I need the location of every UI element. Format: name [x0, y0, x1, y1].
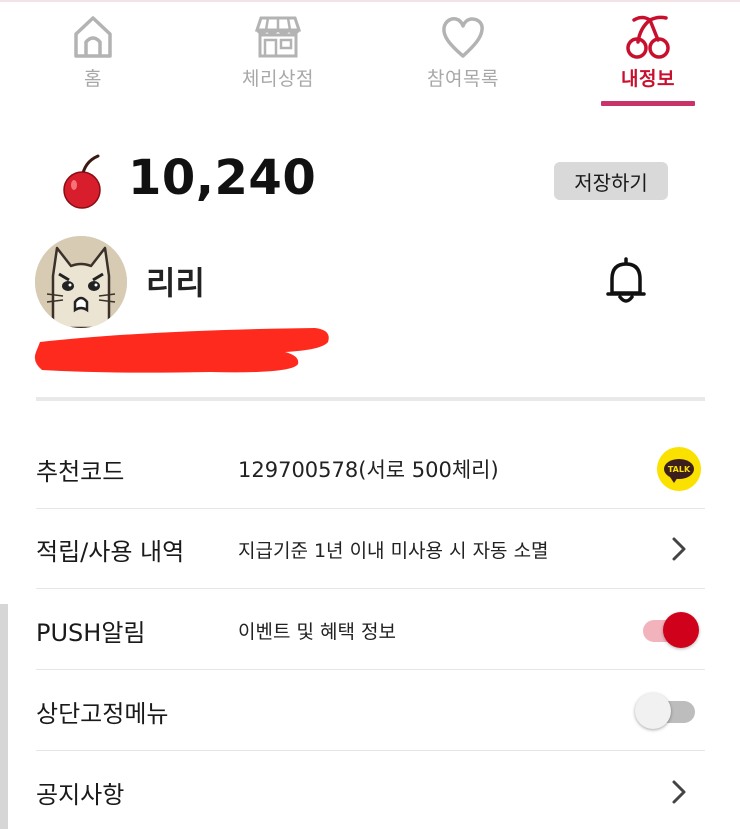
list-item-push-notification: PUSH알림 이벤트 및 혜택 정보 — [36, 590, 705, 670]
chevron-right-icon[interactable] — [671, 779, 687, 805]
pinned-menu-title: 상단고정메뉴 — [36, 699, 169, 728]
list-item-history[interactable]: 적립/사용 내역 지급기준 1년 이내 미사용 시 자동 소멸 — [36, 509, 705, 589]
chevron-right-icon[interactable] — [671, 536, 687, 562]
tab-home-label: 홈 — [84, 68, 102, 90]
toggle-knob — [663, 612, 699, 648]
row-divider — [36, 750, 705, 751]
username: 리리 — [146, 264, 205, 302]
referral-code-title: 추천코드 — [36, 457, 125, 486]
notices-title: 공지사항 — [36, 780, 125, 809]
list-item-referral-code: 추천코드 129700578(서로 500체리) TALK — [36, 429, 705, 509]
top-nav: 홈 체리상점 참여목록 내정보 — [0, 0, 740, 115]
active-tab-indicator — [601, 101, 695, 106]
screen-edge-handle — [0, 604, 8, 829]
home-icon — [71, 14, 115, 60]
tab-home[interactable]: 홈 — [23, 14, 163, 104]
row-divider — [36, 669, 705, 670]
redaction-mark — [30, 318, 335, 380]
cherry-icon — [58, 152, 108, 210]
bell-icon[interactable] — [604, 255, 648, 305]
tab-cherry-store-label: 체리상점 — [242, 68, 314, 90]
pinned-menu-toggle[interactable] — [635, 691, 699, 731]
toggle-knob — [635, 693, 671, 729]
kakaotalk-icon: TALK — [664, 459, 694, 483]
store-icon — [253, 14, 303, 60]
section-divider — [36, 397, 705, 401]
tab-participation-list-label: 참여목록 — [427, 68, 499, 90]
save-button[interactable]: 저장하기 — [554, 162, 668, 200]
kakaotalk-share-button[interactable]: TALK — [657, 447, 701, 491]
cherry-icon — [624, 14, 672, 60]
referral-code-value: 129700578(서로 500체리) — [238, 458, 499, 482]
history-title: 적립/사용 내역 — [36, 537, 185, 566]
history-desc: 지급기준 1년 이내 미사용 시 자동 소멸 — [238, 539, 549, 562]
push-notification-toggle[interactable] — [641, 610, 699, 650]
tab-participation-list[interactable]: 참여목록 — [393, 14, 533, 104]
push-notification-desc: 이벤트 및 혜택 정보 — [238, 620, 396, 643]
cat-avatar — [35, 236, 127, 328]
tab-my-info[interactable]: 내정보 — [578, 14, 718, 104]
tab-cherry-store[interactable]: 체리상점 — [208, 14, 348, 104]
list-item-notices[interactable]: 공지사항 — [36, 752, 705, 829]
heart-icon — [439, 14, 487, 60]
tab-my-info-label: 내정보 — [621, 68, 675, 90]
avatar[interactable] — [35, 236, 127, 328]
my-info-screen: 홈 체리상점 참여목록 내정보 10,240 저장하기 리리 추천코드 1297… — [0, 0, 740, 829]
cherry-points-value: 10,240 — [128, 150, 317, 206]
push-notification-title: PUSH알림 — [36, 618, 146, 647]
list-item-pinned-menu: 상단고정메뉴 — [36, 671, 705, 751]
row-divider — [36, 588, 705, 589]
